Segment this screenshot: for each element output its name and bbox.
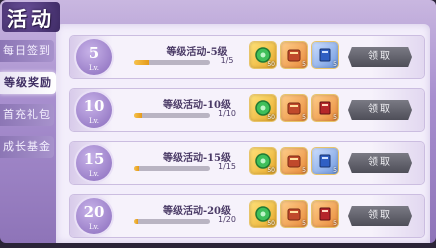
reward-items: 50 5 5	[250, 148, 338, 174]
reward-qty: 5	[302, 220, 306, 227]
level-unit: Lv.	[89, 117, 99, 125]
reward-list: 5 Lv. 等级活动-5级 1/5 50 5 5 领取 10 Lv. 等级活动-…	[70, 36, 424, 248]
green-jade-icon[interactable]: 50	[250, 148, 276, 174]
level-badge: 5 Lv.	[76, 39, 112, 75]
progress-text: 1/10	[218, 109, 236, 118]
progress-fill	[134, 60, 150, 65]
reward-row: 10 Lv. 等级活动-10级 1/10 50 5 5 领取	[70, 89, 424, 131]
reward-qty: 50	[267, 114, 275, 121]
progress-text: 1/5	[220, 56, 234, 65]
blue-book-icon[interactable]: 5	[312, 42, 338, 68]
sidebar-item-level-rewards[interactable]: 等级奖励	[0, 72, 56, 94]
reward-qty: 5	[333, 220, 337, 227]
reward-qty: 5	[302, 167, 306, 174]
red-book-icon[interactable]: 5	[312, 95, 338, 121]
reward-row: 20 Lv. 等级活动-20级 1/20 50 5 5 领取	[70, 195, 424, 237]
claim-button[interactable]: 领取	[348, 100, 412, 120]
reward-items: 50 5 5	[250, 201, 338, 227]
progress-bar	[134, 219, 210, 224]
scroll-bundle-icon[interactable]: 5	[281, 42, 307, 68]
reward-qty: 5	[302, 114, 306, 121]
sidebar-item-growth-fund[interactable]: 成长基金	[0, 136, 54, 158]
claim-button[interactable]: 领取	[348, 47, 412, 67]
green-jade-icon[interactable]: 50	[250, 42, 276, 68]
claim-button[interactable]: 领取	[348, 206, 412, 226]
progress-fill	[134, 219, 138, 224]
reward-qty: 50	[267, 220, 275, 227]
progress-bar	[134, 113, 210, 118]
scroll-bundle-icon[interactable]: 5	[281, 95, 307, 121]
blue-book-icon[interactable]: 5	[312, 148, 338, 174]
level-unit: Lv.	[89, 223, 99, 231]
level-number: 15	[83, 150, 105, 168]
sidebar: 每日签到 等级奖励 首充礼包 成长基金	[0, 40, 56, 168]
reward-qty: 50	[267, 167, 275, 174]
activity-window: 活动 每日签到 等级奖励 首充礼包 成长基金 5 Lv. 等级活动-5级 1/5…	[0, 0, 436, 243]
level-number: 5	[88, 44, 100, 62]
progress-bar	[134, 166, 210, 171]
reward-qty: 5	[333, 167, 337, 174]
scroll-bundle-icon[interactable]: 5	[281, 201, 307, 227]
reward-items: 50 5 5	[250, 42, 338, 68]
progress-fill	[134, 113, 142, 118]
green-jade-icon[interactable]: 50	[250, 201, 276, 227]
window-title: 活动	[7, 6, 55, 31]
scroll-bundle-icon[interactable]: 5	[281, 148, 307, 174]
level-unit: Lv.	[89, 64, 99, 72]
progress-text: 1/15	[218, 162, 236, 171]
reward-qty: 5	[333, 61, 337, 68]
reward-items: 50 5 5	[250, 95, 338, 121]
reward-qty: 5	[302, 61, 306, 68]
level-badge: 15 Lv.	[76, 145, 112, 181]
sidebar-item-first-recharge[interactable]: 首充礼包	[0, 104, 54, 126]
green-jade-icon[interactable]: 50	[250, 95, 276, 121]
level-number: 10	[83, 97, 105, 115]
claim-button[interactable]: 领取	[348, 153, 412, 173]
level-number: 20	[83, 203, 105, 221]
title-badge: 活动	[2, 2, 60, 32]
reward-row: 15 Lv. 等级活动-15级 1/15 50 5 5 领取	[70, 142, 424, 184]
level-badge: 20 Lv.	[76, 198, 112, 234]
progress-text: 1/20	[218, 215, 236, 224]
red-book-icon[interactable]: 5	[312, 201, 338, 227]
progress-bar	[134, 60, 210, 65]
reward-qty: 50	[267, 61, 275, 68]
level-unit: Lv.	[89, 170, 99, 178]
reward-qty: 5	[333, 114, 337, 121]
progress-fill	[134, 166, 140, 171]
reward-row: 5 Lv. 等级活动-5级 1/5 50 5 5 领取	[70, 36, 424, 78]
sidebar-item-daily-checkin[interactable]: 每日签到	[0, 40, 54, 62]
level-badge: 10 Lv.	[76, 92, 112, 128]
